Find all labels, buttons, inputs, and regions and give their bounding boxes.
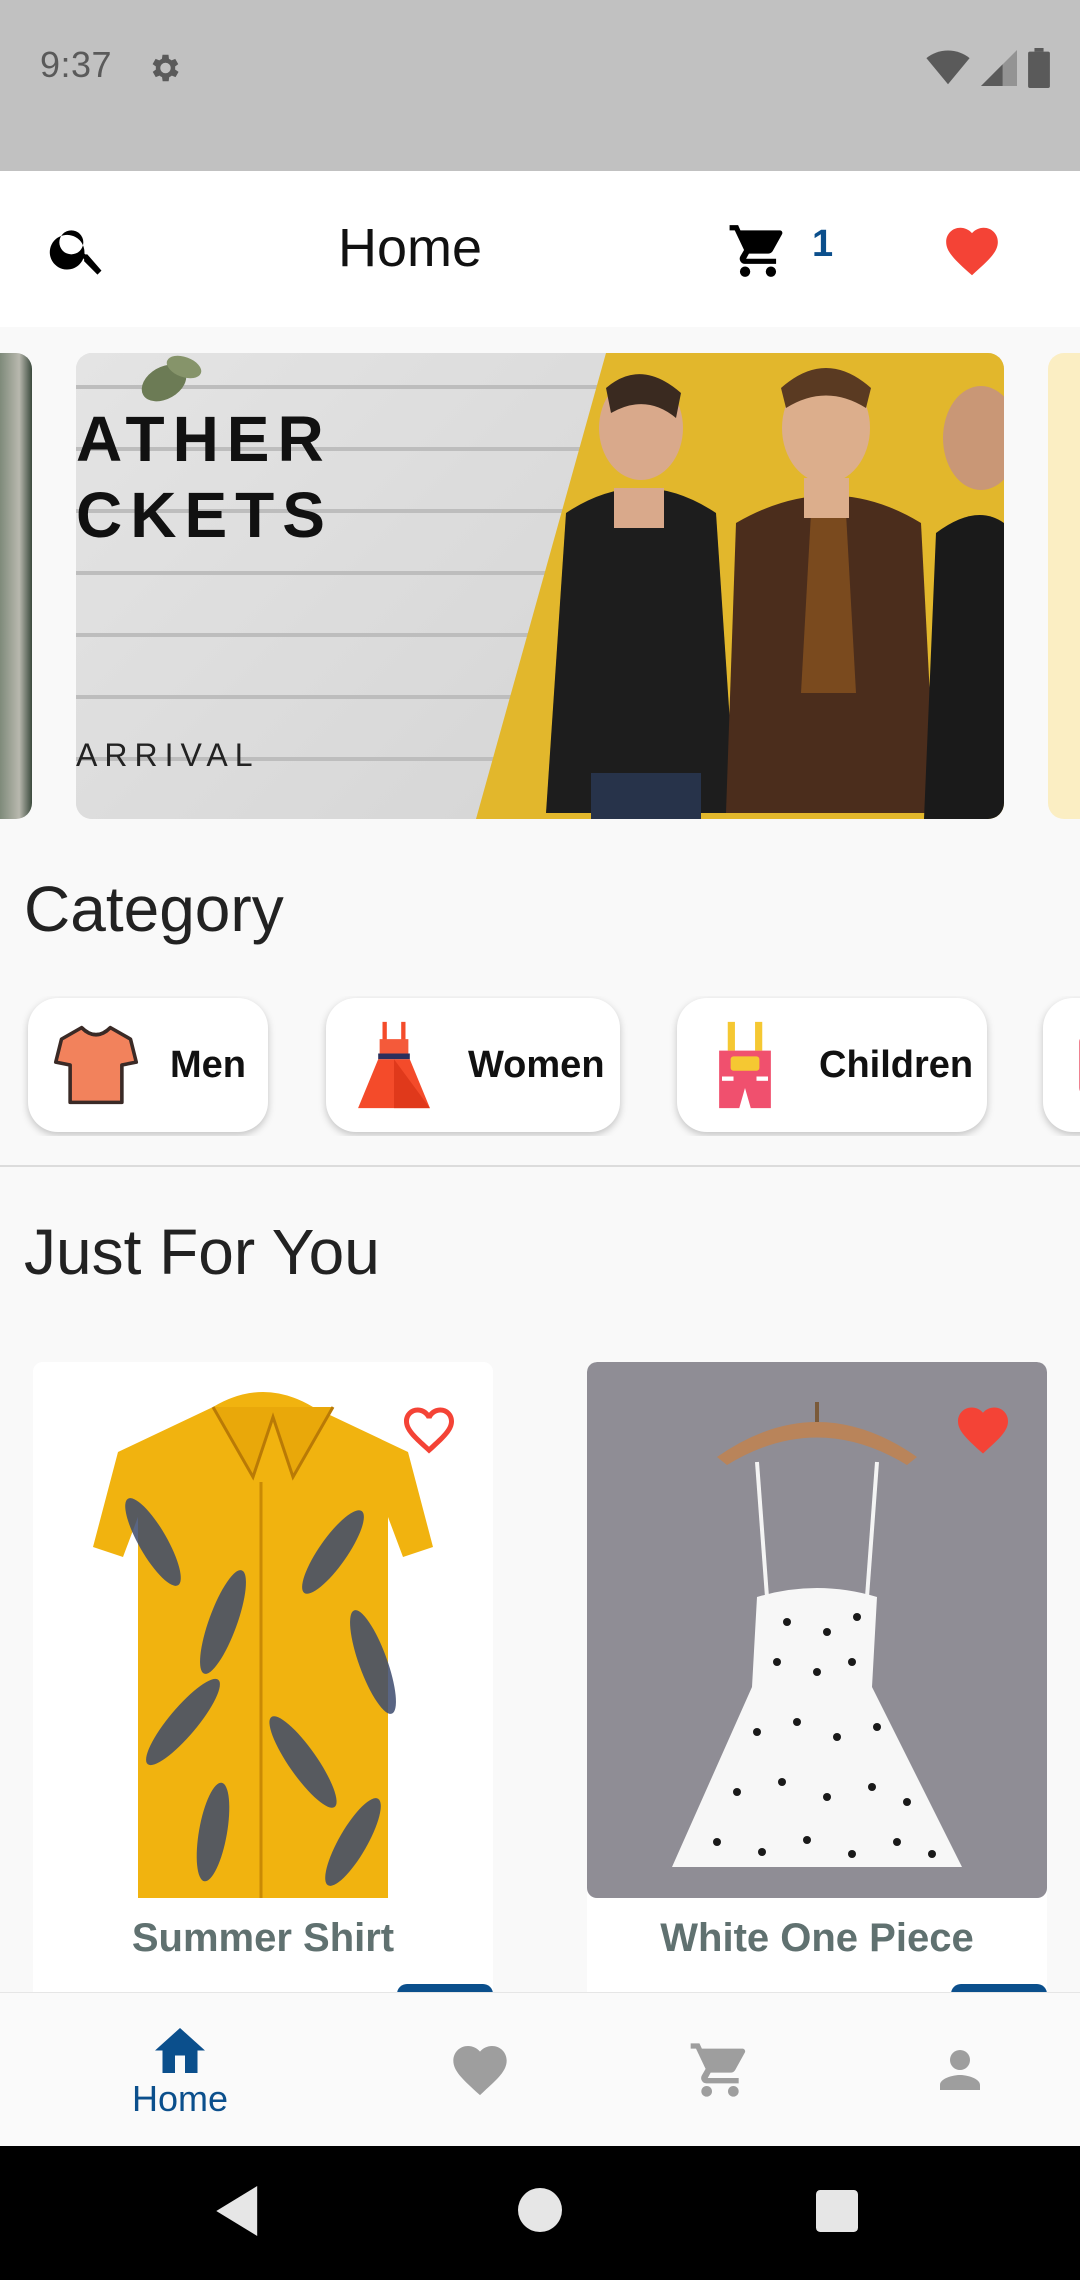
- overalls-icon: [719, 1021, 771, 1109]
- just-for-you-title: Just For You: [24, 1216, 380, 1288]
- nav-profile[interactable]: [880, 1993, 1040, 2147]
- category-chip-men[interactable]: Men: [28, 998, 268, 1132]
- clothing-icon: [1079, 1038, 1080, 1092]
- gear-icon: [152, 54, 179, 82]
- product-card-summer-shirt[interactable]: Summer Shirt: [33, 1362, 493, 2022]
- status-time: 9:37: [40, 44, 113, 85]
- person-icon: [940, 2050, 980, 2090]
- nav-home-label: Home: [131, 2078, 229, 2119]
- category-label: Women: [468, 1043, 605, 1086]
- product-card-white-one-piece[interactable]: White One Piece: [587, 1362, 1047, 2022]
- banner-next-slide[interactable]: [1048, 353, 1080, 819]
- category-label: Children: [819, 1043, 974, 1086]
- banner-headline: ATHER CKETS: [76, 401, 333, 553]
- bottom-navigation: Home: [0, 1992, 1080, 2147]
- category-list: Men Women Children: [0, 996, 1080, 1136]
- category-chip-women[interactable]: Women: [326, 998, 620, 1132]
- favorite-toggle[interactable]: [397, 1398, 461, 1462]
- banner-headline-line1: ATHER: [76, 403, 332, 475]
- favorites-button[interactable]: [934, 213, 1010, 289]
- heart-icon: [946, 227, 998, 276]
- product-name: Summer Shirt: [131, 1916, 395, 1960]
- heart-outline-icon: [404, 1407, 454, 1454]
- promo-banner[interactable]: ATHER CKETS ARRIVAL: [76, 353, 1004, 819]
- status-bar: 9:37: [0, 0, 1080, 171]
- wifi-icon: [926, 50, 970, 85]
- page-title: Home: [337, 218, 483, 278]
- cart-button[interactable]: [720, 213, 796, 289]
- category-chip-children[interactable]: Children: [677, 998, 987, 1132]
- section-divider: [0, 1165, 1080, 1167]
- category-title: Category: [24, 873, 284, 945]
- cart-icon: [729, 225, 783, 277]
- back-icon[interactable]: [216, 2186, 262, 2236]
- product-name: White One Piece: [660, 1916, 974, 1960]
- home-circle-icon[interactable]: [518, 2188, 562, 2232]
- nav-home[interactable]: Home: [100, 1993, 260, 2147]
- banner-previous-slide[interactable]: [0, 353, 32, 819]
- signal-icon: [981, 50, 1017, 86]
- app-bar: Home 1: [0, 171, 1080, 327]
- category-label: Men: [170, 1043, 246, 1086]
- tshirt-icon: [53, 1025, 139, 1105]
- nav-cart[interactable]: [640, 1993, 800, 2147]
- cart-icon: [690, 2043, 746, 2097]
- banner-subline: ARRIVAL: [76, 737, 260, 773]
- dress-icon: [358, 1021, 430, 1109]
- heart-icon: [958, 1407, 1008, 1454]
- favorite-toggle[interactable]: [951, 1398, 1015, 1462]
- nav-favorites[interactable]: [400, 1993, 560, 2147]
- recents-icon[interactable]: [816, 2190, 858, 2232]
- system-navigation-bar: [0, 2146, 1080, 2280]
- home-icon: [155, 2028, 205, 2073]
- cart-count-badge: 1: [812, 223, 834, 265]
- banner-headline-line2: CKETS: [76, 479, 333, 551]
- category-chip-partial[interactable]: [1043, 998, 1080, 1132]
- heart-icon: [453, 2046, 507, 2096]
- battery-icon: [1028, 48, 1050, 88]
